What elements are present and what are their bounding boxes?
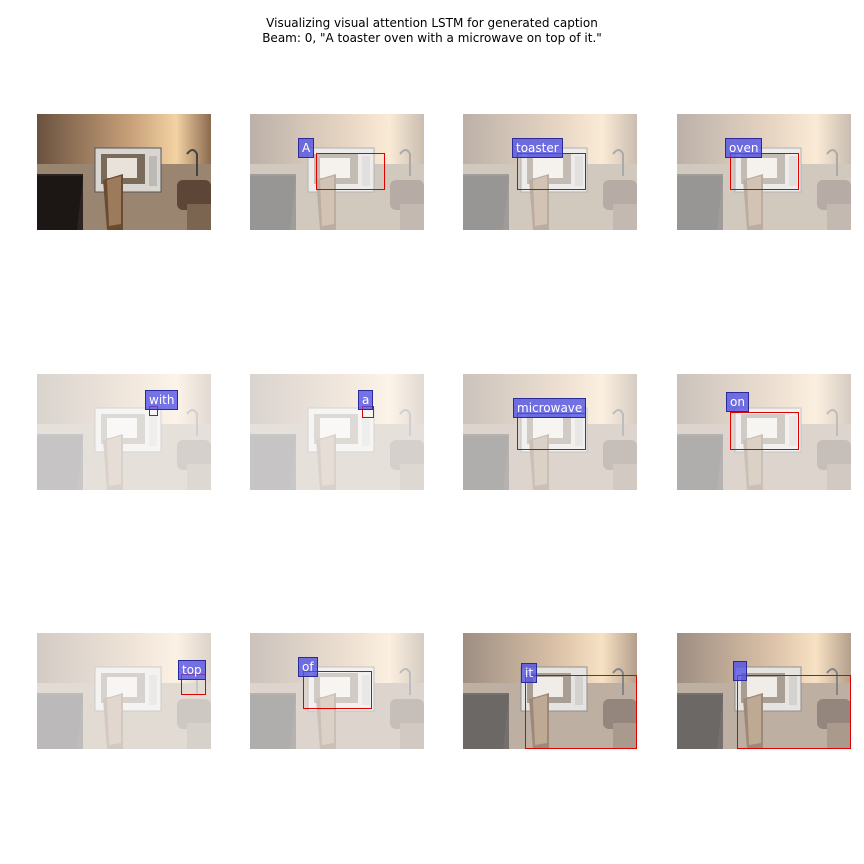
attention-panel — [677, 633, 851, 749]
caption-word-label: toaster — [512, 138, 563, 158]
caption-word-label: of — [298, 657, 318, 677]
attention-panel: of — [250, 633, 424, 749]
caption-word-label: with — [145, 390, 179, 410]
attention-mask-overlay — [37, 374, 211, 490]
caption-word-label: a — [358, 390, 374, 410]
caption-word-label: it — [521, 663, 538, 683]
caption-word-label — [733, 661, 747, 681]
attention-panel: top — [37, 633, 211, 749]
caption-word-label: top — [178, 660, 206, 680]
attention-panel: a — [250, 374, 424, 490]
attention-bounding-box — [316, 153, 385, 190]
kitchen-scene-image — [37, 114, 211, 230]
caption-word-label: oven — [725, 138, 763, 158]
attention-bounding-box — [525, 675, 637, 749]
attention-bounding-box — [517, 413, 586, 450]
caption-word-label: on — [726, 392, 749, 412]
attention-bounding-box — [730, 153, 799, 190]
attention-panel: toaster — [463, 114, 637, 230]
caption-word-label: microwave — [513, 398, 587, 418]
attention-bounding-box — [730, 412, 799, 450]
attention-panel: A — [250, 114, 424, 230]
figure-title-line-1: Visualizing visual attention LSTM for ge… — [266, 16, 598, 30]
attention-mask-overlay — [250, 374, 424, 490]
caption-word-label: A — [298, 138, 315, 158]
attention-panel: it — [463, 633, 637, 749]
figure-title-line-2: Beam: 0, "A toaster oven with a microwav… — [262, 31, 602, 45]
attention-panel: microwave — [463, 374, 637, 490]
attention-panel: on — [677, 374, 851, 490]
original-image-panel — [37, 114, 211, 230]
attention-bounding-box — [517, 153, 586, 190]
attention-panel: oven — [677, 114, 851, 230]
attention-bounding-box — [737, 675, 851, 749]
attention-panel: with — [37, 374, 211, 490]
